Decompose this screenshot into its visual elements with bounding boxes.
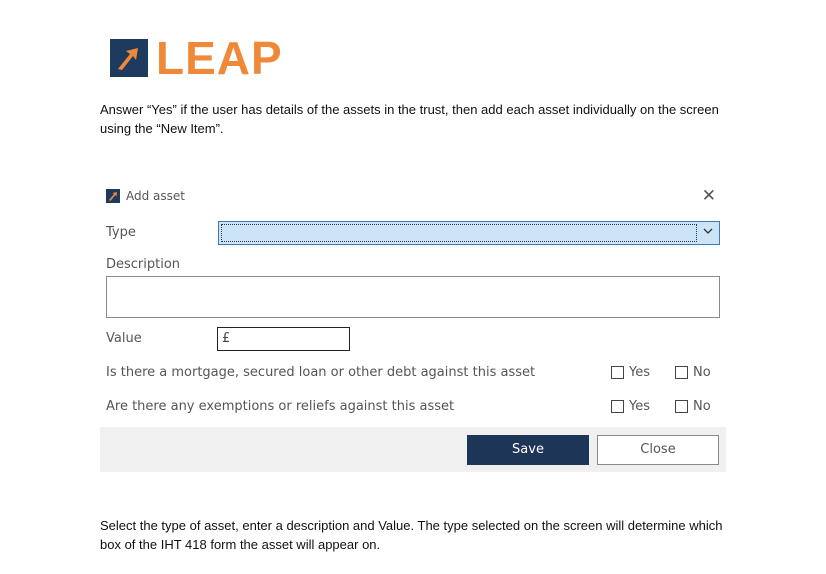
mortgage-question-label: Is there a mortgage, secured loan or oth… — [106, 365, 536, 380]
leap-logo-mark-icon — [110, 39, 148, 77]
dialog-title: Add asset — [126, 189, 185, 203]
checkbox-icon[interactable] — [611, 400, 624, 413]
checkbox-icon[interactable] — [611, 366, 624, 379]
chevron-down-icon[interactable] — [703, 225, 713, 240]
exemptions-no-checkbox[interactable]: No — [675, 399, 711, 414]
description-input[interactable] — [106, 276, 720, 318]
exemptions-yes-checkbox[interactable]: Yes — [611, 399, 650, 414]
yes-label: Yes — [629, 365, 650, 380]
type-select[interactable] — [218, 221, 720, 245]
value-label: Value — [106, 331, 142, 346]
mortgage-no-checkbox[interactable]: No — [675, 365, 711, 380]
value-input[interactable]: £ — [217, 327, 350, 351]
description-label: Description — [106, 257, 181, 272]
leap-logo-text: LEAP — [156, 32, 283, 84]
yes-label: Yes — [629, 399, 650, 414]
save-button[interactable]: Save — [467, 435, 589, 465]
outro-paragraph: Select the type of asset, enter a descri… — [100, 518, 723, 552]
mortgage-yes-checkbox[interactable]: Yes — [611, 365, 650, 380]
leap-logo: LEAP — [110, 32, 283, 84]
no-label: No — [693, 365, 711, 380]
close-button[interactable]: Close — [597, 435, 719, 465]
intro-paragraph: Answer “Yes” if the user has details of … — [100, 102, 719, 136]
type-label: Type — [106, 225, 136, 240]
checkbox-icon[interactable] — [675, 400, 688, 413]
close-icon[interactable]: ✕ — [702, 186, 716, 206]
type-select-focus — [221, 224, 697, 242]
add-asset-dialog: Add asset ✕ Type Description Value £ Is … — [100, 182, 726, 472]
checkbox-icon[interactable] — [675, 366, 688, 379]
app-icon — [106, 189, 120, 203]
dialog-footer: Save Close — [100, 427, 726, 472]
no-label: No — [693, 399, 711, 414]
dialog-title-bar: Add asset — [106, 189, 185, 203]
exemptions-question-label: Are there any exemptions or reliefs agai… — [106, 399, 455, 414]
